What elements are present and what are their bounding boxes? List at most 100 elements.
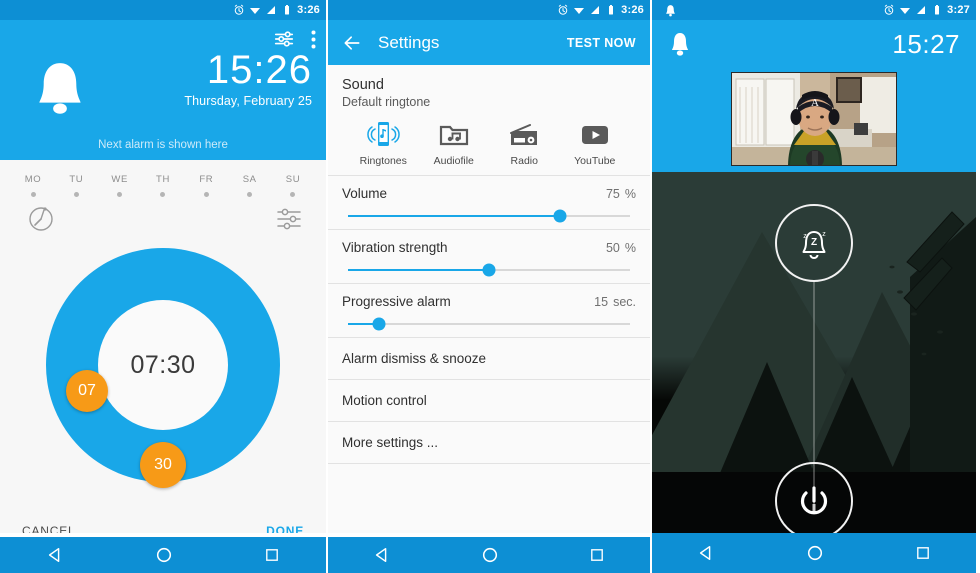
sound-source-label: Audiofile — [433, 155, 474, 167]
sound-source-youtube[interactable]: YouTube — [561, 119, 629, 167]
setting-value-unit: % — [624, 241, 636, 255]
signal-icon — [267, 6, 276, 14]
weekday-we[interactable]: WE — [105, 174, 135, 197]
weekday-fr[interactable]: FR — [191, 174, 221, 197]
weekday-label: TU — [69, 174, 84, 185]
time-picker-dial[interactable]: 07:30 07 30 — [46, 248, 280, 488]
recents-square-icon[interactable] — [589, 547, 605, 563]
setting-vibration-head: Vibration strength 50% — [342, 240, 636, 255]
status-bar-clock-2: 3:26 — [621, 4, 644, 16]
android-navbar-1 — [0, 533, 326, 573]
back-triangle-icon[interactable] — [373, 546, 391, 564]
home-circle-icon[interactable] — [806, 544, 824, 562]
youtube-icon — [561, 119, 629, 151]
minute-knob-label: 30 — [154, 456, 172, 473]
weekday-sa[interactable]: SA — [235, 174, 265, 197]
alarm-icon — [558, 4, 568, 15]
status-bar-icons-1: 3:26 — [233, 4, 320, 16]
tune-icon[interactable] — [273, 28, 295, 50]
dial-time-value: 07:30 — [130, 350, 196, 379]
wifi-icon — [900, 8, 911, 14]
back-arrow-icon[interactable] — [342, 33, 362, 53]
dismiss-button[interactable] — [775, 462, 853, 540]
setting-value-number: 75 — [605, 187, 620, 201]
setting-progressive-alarm: Progressive alarm 15 sec. — [328, 284, 650, 337]
overflow-menu-icon[interactable] — [311, 30, 316, 49]
status-bar-icons-2: 3:26 — [557, 4, 644, 16]
home-circle-icon[interactable] — [481, 546, 499, 564]
weekday-selector: MO TU WE TH FR SA SU — [0, 160, 326, 197]
sound-source-radio[interactable]: Radio — [490, 119, 558, 167]
sound-source-audiofile[interactable]: Audiofile — [420, 119, 488, 167]
alarm-header: 15:26 Thursday, February 25 Next alarm i… — [0, 20, 326, 160]
back-triangle-icon[interactable] — [46, 546, 64, 564]
setting-label: Vibration strength — [342, 240, 448, 255]
test-now-button[interactable]: TEST NOW — [567, 36, 636, 50]
battery-icon — [935, 5, 940, 15]
weekday-tu[interactable]: TU — [61, 174, 91, 197]
sound-section-title: Sound — [342, 77, 384, 93]
recents-square-icon[interactable] — [915, 545, 931, 561]
snooze-button[interactable]: Z z z — [775, 204, 853, 282]
sound-source-label: YouTube — [574, 155, 616, 167]
back-triangle-icon[interactable] — [697, 544, 715, 562]
setting-value: 15 sec. — [594, 295, 636, 309]
slider-thumb[interactable] — [553, 209, 566, 223]
sound-section: Sound Default ringtone Ringtones Audiofi… — [328, 65, 650, 175]
signal-icon — [591, 6, 600, 14]
status-bar-icons-3: 3:27 — [883, 4, 970, 16]
alarm-icon — [884, 4, 894, 15]
volume-slider[interactable] — [348, 209, 630, 223]
setting-volume-head: Volume 75% — [342, 186, 636, 201]
divider — [328, 463, 650, 464]
setting-volume: Volume 75% — [328, 176, 650, 229]
alarm-icon — [234, 4, 244, 15]
ringing-time: 15:27 — [892, 28, 960, 59]
page-title: Settings — [378, 32, 440, 52]
hour-knob-label: 07 — [78, 382, 96, 399]
weekday-label: TH — [156, 174, 170, 185]
setting-progressive-head: Progressive alarm 15 sec. — [342, 294, 636, 309]
sound-source-label: Ringtones — [359, 155, 407, 167]
settings-row-motion-control[interactable]: Motion control — [328, 380, 650, 421]
slider-thumb[interactable] — [372, 317, 386, 331]
settings-appbar: Settings TEST NOW — [328, 20, 650, 65]
sound-section-subtitle: Default ringtone — [342, 95, 431, 109]
sound-source-row: Ringtones Audiofile Radio YouTube — [342, 119, 636, 175]
sound-source-label: Radio — [510, 155, 538, 167]
weekday-su[interactable]: SU — [278, 174, 308, 197]
weekday-th[interactable]: TH — [148, 174, 178, 197]
weekday-mo[interactable]: MO — [18, 174, 48, 197]
setting-value-unit: % — [624, 187, 636, 201]
settings-row-alarm-dismiss[interactable]: Alarm dismiss & snooze — [328, 338, 650, 379]
status-bar-clock-3: 3:27 — [947, 4, 970, 16]
recents-square-icon[interactable] — [264, 547, 280, 563]
youtube-video-thumbnail[interactable]: A — [731, 72, 897, 166]
bell-icon — [666, 4, 675, 16]
setting-vibration: Vibration strength 50% — [328, 230, 650, 283]
slider-fill — [348, 269, 489, 271]
svg-text:Z: Z — [811, 237, 817, 248]
settings-row-more-settings[interactable]: More settings ... — [328, 422, 650, 463]
bell-snooze-icon: Z z z — [802, 231, 826, 259]
dial-center: 07:30 — [98, 300, 228, 430]
weekday-label: SA — [242, 174, 257, 185]
stopwatch-icon[interactable] — [26, 203, 56, 233]
minute-knob[interactable]: 30 — [140, 442, 186, 488]
sound-source-ringtones[interactable]: Ringtones — [349, 119, 417, 167]
ringing-stage: Z z z — [652, 172, 976, 573]
vibration-slider[interactable] — [348, 263, 630, 277]
android-navbar-2 — [328, 533, 650, 573]
home-circle-icon[interactable] — [155, 546, 173, 564]
sliders-icon[interactable] — [276, 207, 302, 231]
setting-label: Volume — [342, 186, 388, 201]
weekday-label: WE — [111, 174, 128, 185]
hour-knob[interactable]: 07 — [66, 370, 108, 412]
slider-thumb[interactable] — [482, 263, 496, 277]
setting-value: 75% — [606, 187, 636, 201]
wifi-icon — [250, 8, 261, 14]
ringing-appbar: 15:27 — [652, 20, 976, 68]
video-container: A — [652, 68, 976, 172]
progressive-alarm-slider[interactable] — [348, 317, 630, 331]
setting-value-unit: sec. — [613, 295, 636, 309]
